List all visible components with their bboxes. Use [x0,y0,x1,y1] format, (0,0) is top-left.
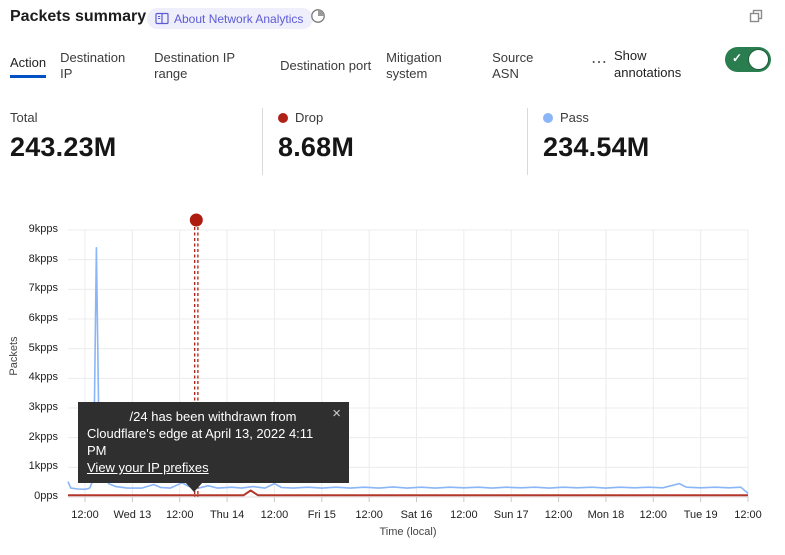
stat-total: Total 243.23M [10,110,116,163]
check-icon: ✓ [732,51,742,65]
annotation-tooltip: /24 has been withdrawn from Cloudflare's… [78,402,349,483]
badge-label: About Network Analytics [174,12,303,26]
packets-chart[interactable]: Packets Time (local) 0pps1kpps2kpps3kpps… [0,213,785,555]
stat-value: 234.54M [543,132,649,163]
stat-label: Total [10,110,37,125]
data-freshness-icon [310,8,326,24]
x-tick-label: 12:00 [718,509,778,521]
tab-mitigation-system[interactable]: Mitigation system [386,50,478,82]
about-network-analytics-link[interactable]: About Network Analytics [147,8,313,29]
dimension-tabs: Action Destination IP Destination IP range… [10,44,570,88]
tooltip-arrow [185,482,203,492]
tab-destination-ip[interactable]: Destination IP [60,50,140,82]
tab-destination-port[interactable]: Destination port [280,58,372,74]
stat-value: 243.23M [10,132,116,163]
y-tick-label: 1kpps [0,460,58,472]
stat-label: Pass [560,110,589,125]
y-tick-label: 4kpps [0,371,58,383]
widget-header: Packets summary About Network Analytics [0,0,785,40]
y-tick-label: 3kpps [0,401,58,413]
y-tick-label: 5kpps [0,342,58,354]
pass-legend-dot [543,113,553,123]
y-tick-label: 7kpps [0,282,58,294]
open-in-new-window-icon[interactable] [747,7,765,25]
y-tick-label: 2kpps [0,431,58,443]
more-tabs-icon[interactable]: ⋯ [591,52,608,72]
show-annotations-toggle[interactable]: ✓ [725,47,771,72]
tab-action[interactable]: Action [10,55,46,78]
stat-value: 8.68M [278,132,354,163]
tooltip-line2: Cloudflare's edge at April 13, 2022 4:11… [87,425,329,459]
show-annotations-label: Show annotations [614,47,702,81]
close-icon[interactable]: × [330,403,343,424]
toggle-knob [748,49,769,70]
view-ip-prefixes-link[interactable]: View your IP prefixes [87,459,209,476]
y-tick-label: 9kpps [0,223,58,235]
stat-label: Drop [295,110,323,125]
tab-destination-ip-range[interactable]: Destination IP range [154,50,266,82]
drop-legend-dot [278,113,288,123]
stat-drop: Drop 8.68M [278,110,354,163]
book-icon [155,12,169,25]
y-tick-label: 8kpps [0,253,58,265]
stat-pass: Pass 234.54M [543,110,649,163]
y-tick-label: 0pps [0,490,58,502]
tab-source-asn[interactable]: Source ASN [492,50,556,82]
stat-divider [527,108,528,175]
stat-divider [262,108,263,175]
annotation-marker-icon [190,214,203,227]
page-title: Packets summary [10,8,146,26]
series-drop-line [68,491,748,496]
tooltip-line1: /24 has been withdrawn from [87,408,329,425]
y-tick-label: 6kpps [0,312,58,324]
